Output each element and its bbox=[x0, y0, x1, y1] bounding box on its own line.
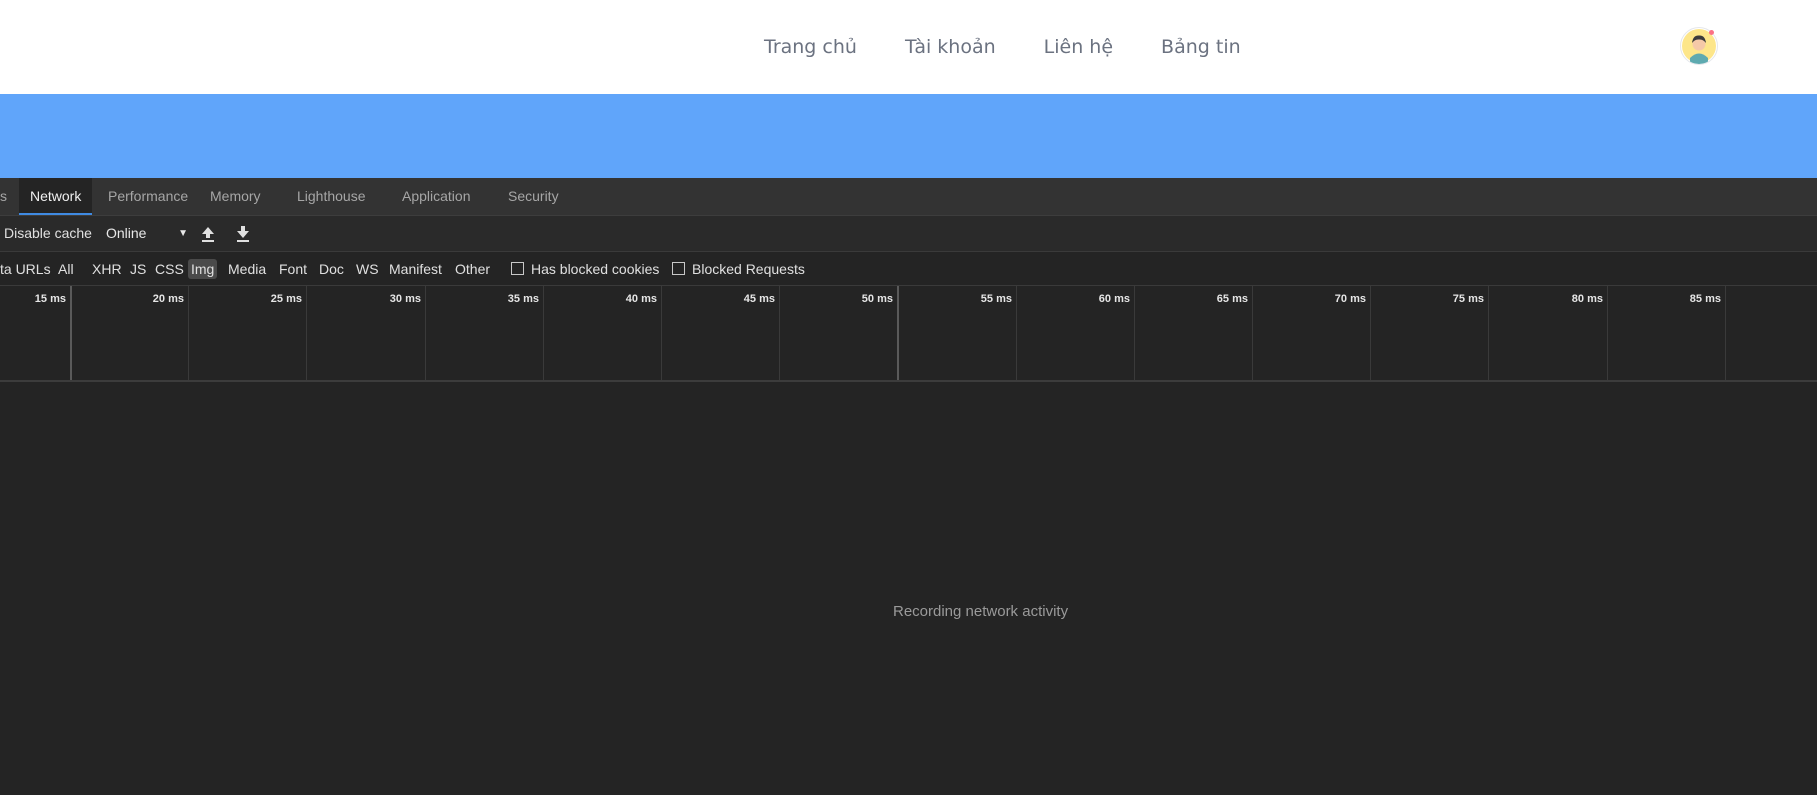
disable-cache-label[interactable]: Disable cache bbox=[4, 216, 92, 251]
nav-link-contact[interactable]: Liên hệ bbox=[1044, 36, 1113, 58]
filter-doc[interactable]: Doc bbox=[316, 259, 347, 279]
timeline-gridline bbox=[306, 286, 307, 380]
timeline-gridline bbox=[1134, 286, 1135, 380]
filter-font[interactable]: Font bbox=[276, 259, 310, 279]
filter-other[interactable]: Other bbox=[452, 259, 493, 279]
tab-network[interactable]: Network bbox=[19, 178, 93, 215]
timeline-gridline bbox=[779, 286, 780, 380]
timeline-event-marker bbox=[70, 286, 72, 380]
timeline-tick-label: 50 ms bbox=[861, 293, 893, 305]
tab-lighthouse[interactable]: Lighthouse bbox=[286, 178, 377, 215]
timeline-tick-label: 30 ms bbox=[389, 293, 421, 305]
download-icon[interactable] bbox=[233, 224, 253, 244]
has-blocked-cookies-checkbox[interactable] bbox=[511, 262, 524, 275]
nav-link-account[interactable]: Tài khoản bbox=[905, 36, 996, 58]
filter-media[interactable]: Media bbox=[225, 259, 269, 279]
tab-performance[interactable]: Performance bbox=[97, 178, 199, 215]
timeline-tick-label: 85 ms bbox=[1689, 293, 1721, 305]
site-header: Trang chủ Tài khoản Liên hệ Bảng tin bbox=[0, 0, 1817, 94]
filter-ws[interactable]: WS bbox=[353, 259, 382, 279]
timeline-tick-label: 35 ms bbox=[507, 293, 539, 305]
timeline-gridline bbox=[1725, 286, 1726, 380]
timeline-tick-label: 75 ms bbox=[1452, 293, 1484, 305]
throttling-select[interactable]: Online ▼ bbox=[98, 222, 190, 245]
timeline-tick-label: 40 ms bbox=[625, 293, 657, 305]
timeline-tick-label: 60 ms bbox=[1098, 293, 1130, 305]
filter-js[interactable]: JS bbox=[127, 259, 149, 279]
timeline-tick-label: 15 ms bbox=[34, 293, 66, 305]
timeline-gridline bbox=[425, 286, 426, 380]
timeline-tick-label: 45 ms bbox=[743, 293, 775, 305]
tab-sources-partial[interactable]: s bbox=[0, 178, 18, 215]
timeline-gridline bbox=[543, 286, 544, 380]
timeline-gridline bbox=[1607, 286, 1608, 380]
timeline-gridline bbox=[1016, 286, 1017, 380]
timeline-gridline bbox=[188, 286, 189, 380]
tab-application[interactable]: Application bbox=[391, 178, 482, 215]
timeline-gridline bbox=[1252, 286, 1253, 380]
timeline-tick-label: 65 ms bbox=[1216, 293, 1248, 305]
has-blocked-cookies-label[interactable]: Has blocked cookies bbox=[531, 259, 659, 279]
throttling-value: Online bbox=[106, 225, 147, 241]
devtools-tabbar: s Network Performance Memory Lighthouse … bbox=[0, 178, 1817, 216]
network-overview-timeline[interactable]: 15 ms 20 ms 25 ms 30 ms 35 ms 40 ms 45 ms 50 ms… bbox=[0, 286, 1817, 382]
timeline-tick-label: 55 ms bbox=[980, 293, 1012, 305]
hero-banner bbox=[0, 94, 1817, 178]
requests-table bbox=[0, 382, 1817, 795]
nav-link-home[interactable]: Trang chủ bbox=[764, 36, 857, 58]
devtools-panel: s Network Performance Memory Lighthouse … bbox=[0, 178, 1817, 795]
filter-xhr[interactable]: XHR bbox=[89, 259, 125, 279]
blocked-requests-label[interactable]: Blocked Requests bbox=[692, 259, 805, 279]
network-toolbar: Disable cache Online ▼ bbox=[0, 216, 1817, 252]
timeline-tick-label: 80 ms bbox=[1571, 293, 1603, 305]
tab-memory[interactable]: Memory bbox=[199, 178, 272, 215]
filter-css[interactable]: CSS bbox=[152, 259, 187, 279]
timeline-event-marker bbox=[897, 286, 899, 380]
nav-link-newsfeed[interactable]: Bảng tin bbox=[1161, 36, 1241, 58]
chevron-down-icon: ▼ bbox=[178, 228, 188, 239]
timeline-gridline bbox=[1488, 286, 1489, 380]
tab-security[interactable]: Security bbox=[497, 178, 570, 215]
timeline-tick-label: 25 ms bbox=[270, 293, 302, 305]
timeline-gridline bbox=[661, 286, 662, 380]
upload-icon[interactable] bbox=[198, 224, 218, 244]
timeline-gridline bbox=[1370, 286, 1371, 380]
filter-manifest[interactable]: Manifest bbox=[386, 259, 445, 279]
timeline-tick-label: 20 ms bbox=[152, 293, 184, 305]
filter-hide-data-urls[interactable]: ta URLs bbox=[0, 259, 54, 279]
timeline-tick-label: 70 ms bbox=[1334, 293, 1366, 305]
blocked-requests-checkbox[interactable] bbox=[672, 262, 685, 275]
notification-dot bbox=[1709, 30, 1714, 35]
filter-bar: ta URLs All XHR JS CSS Img Media Font Do… bbox=[0, 252, 1817, 286]
filter-img[interactable]: Img bbox=[188, 259, 218, 279]
filter-all[interactable]: All bbox=[55, 259, 77, 279]
main-nav: Trang chủ Tài khoản Liên hệ Bảng tin bbox=[764, 0, 1241, 94]
recording-status-text: Recording network activity bbox=[893, 603, 1069, 620]
